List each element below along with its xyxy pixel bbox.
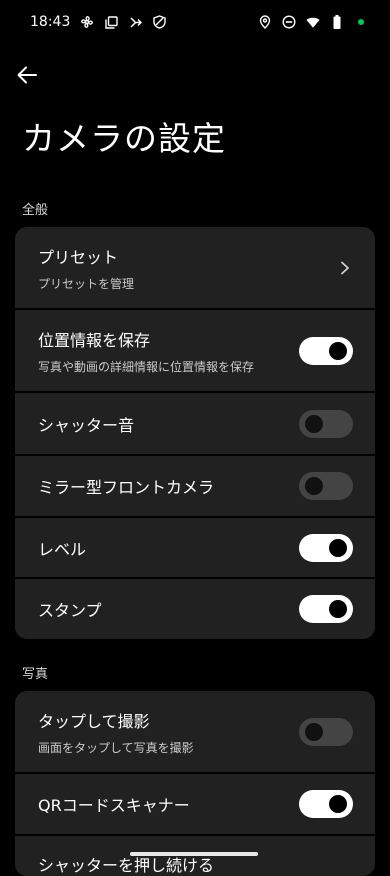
- toggle-knob: [305, 414, 323, 433]
- row-level[interactable]: レベル: [15, 518, 375, 579]
- row-save-location[interactable]: 位置情報を保存 写真や動画の詳細情報に位置情報を保存: [15, 310, 375, 393]
- page-title: カメラの設定: [22, 119, 226, 158]
- status-left: 18:43: [30, 14, 166, 30]
- level-toggle[interactable]: [299, 533, 353, 562]
- status-time: 18:43: [30, 14, 71, 30]
- general-card: プリセット プリセットを管理 位置情報を保存 写真や動画の詳細情報に位置情報を保…: [15, 227, 375, 639]
- location-icon: [258, 15, 272, 29]
- dot-icon: [354, 15, 368, 29]
- back-button[interactable]: [14, 62, 40, 88]
- row-shutter-sound[interactable]: シャッター音: [15, 393, 375, 456]
- section-label-general: 全般: [22, 203, 49, 218]
- row-hold-shutter[interactable]: シャッターを押し続ける: [15, 836, 375, 876]
- row-title: レベル: [38, 539, 87, 559]
- row-qr-scanner[interactable]: QRコードスキャナー: [15, 774, 375, 836]
- toggle-knob: [329, 600, 347, 618]
- row-title: プリセット: [38, 247, 119, 267]
- row-title: タップして撮影: [38, 711, 150, 731]
- chevron-right-icon: [337, 260, 353, 276]
- wifi-icon: [306, 15, 320, 29]
- shield-icon: [152, 15, 166, 29]
- shutter-sound-toggle[interactable]: [299, 409, 353, 438]
- row-title: スタンプ: [38, 601, 102, 620]
- row-tap-to-capture[interactable]: タップして撮影 画面をタップして写真を撮影: [15, 691, 375, 774]
- row-title: QRコードスキャナー: [38, 796, 190, 815]
- toggle-knob: [329, 795, 347, 813]
- status-right: [258, 15, 368, 29]
- home-indicator[interactable]: [130, 852, 258, 856]
- row-title: 位置情報を保存: [38, 330, 151, 350]
- photo-card: タップして撮影 画面をタップして写真を撮影 QRコードスキャナー シャッターを押…: [15, 691, 375, 876]
- toggle-knob: [329, 341, 347, 360]
- qr-scanner-toggle[interactable]: [299, 790, 353, 818]
- copy-icon: [104, 15, 118, 29]
- toggle-knob: [305, 722, 323, 741]
- row-stamp[interactable]: スタンプ: [15, 579, 375, 639]
- dnd-icon: [282, 15, 296, 29]
- stamp-toggle[interactable]: [299, 595, 353, 623]
- toggle-knob: [305, 477, 323, 495]
- tap-to-capture-toggle[interactable]: [299, 717, 353, 746]
- section-label-photo: 写真: [22, 667, 49, 682]
- save-location-toggle[interactable]: [299, 336, 353, 365]
- row-presets[interactable]: プリセット プリセットを管理: [15, 227, 375, 310]
- row-subtitle: 画面をタップして写真を撮影: [38, 740, 194, 755]
- toggle-knob: [329, 538, 347, 557]
- row-subtitle: プリセットを管理: [38, 276, 135, 291]
- status-bar: 18:43: [0, 0, 390, 44]
- row-mirror-front-camera[interactable]: ミラー型フロントカメラ: [15, 456, 375, 518]
- tilt-arrow-icon: [128, 15, 142, 29]
- row-title: ミラー型フロントカメラ: [38, 478, 215, 497]
- fan-icon: [80, 15, 94, 29]
- arrow-left-icon: [17, 66, 37, 84]
- mirror-front-camera-toggle[interactable]: [299, 472, 353, 500]
- battery-icon: [330, 15, 344, 29]
- row-subtitle: 写真や動画の詳細情報に位置情報を保存: [38, 359, 255, 374]
- row-title: シャッター音: [38, 415, 135, 435]
